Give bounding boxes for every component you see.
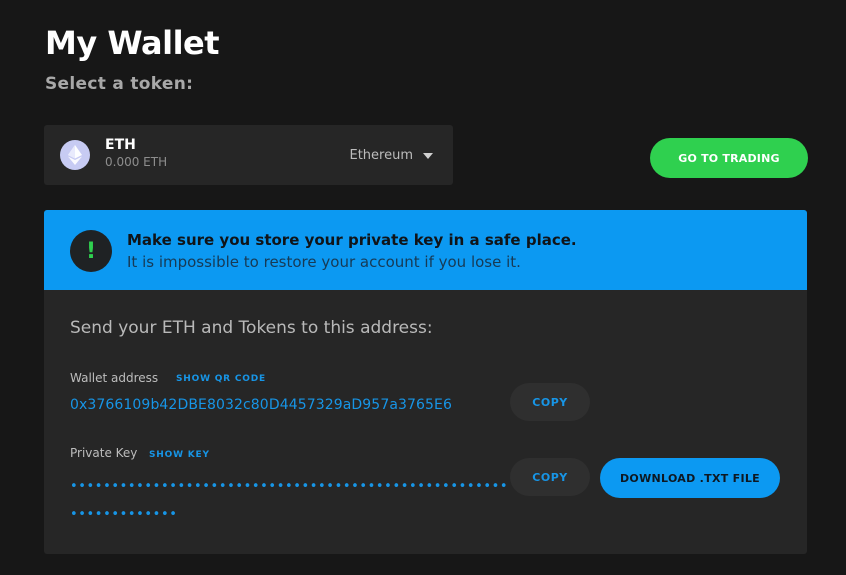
go-to-trading-button[interactable]: GO TO TRADING — [650, 138, 808, 178]
private-key-masked-value: ••••••••••••••••••••••••••••••••••••••••… — [70, 479, 509, 522]
page-title: My Wallet — [45, 24, 220, 62]
wallet-page: My Wallet Select a token: ETH 0.000 ETH … — [0, 0, 846, 575]
copy-private-key-button[interactable]: COPY — [510, 458, 590, 496]
download-txt-file-button[interactable]: DOWNLOAD .TXT FILE — [600, 458, 780, 498]
wallet-address-value: 0x3766109b42DBE8032c80D4457329aD957a3765… — [70, 397, 452, 413]
alert-text: It is impossible to restore your account… — [127, 253, 521, 271]
wallet-panel: ! Make sure you store your private key i… — [44, 210, 807, 554]
alert-title: Make sure you store your private key in … — [127, 231, 577, 249]
ethereum-icon — [60, 140, 90, 170]
show-key-link[interactable]: SHOW KEY — [149, 450, 210, 460]
token-symbol: ETH — [105, 137, 136, 153]
send-address-heading: Send your ETH and Tokens to this address… — [70, 318, 433, 338]
show-qr-code-link[interactable]: SHOW QR CODE — [176, 374, 266, 384]
page-subtitle: Select a token: — [45, 74, 194, 94]
exclamation-icon: ! — [70, 230, 112, 272]
chevron-down-icon — [423, 153, 433, 159]
token-balance: 0.000 ETH — [105, 155, 168, 169]
copy-address-button[interactable]: COPY — [510, 383, 590, 421]
wallet-address-label: Wallet address — [70, 371, 159, 385]
token-selector-dropdown[interactable]: ETH 0.000 ETH Ethereum — [44, 125, 453, 185]
private-key-label: Private Key — [70, 446, 138, 460]
private-key-warning-alert: ! Make sure you store your private key i… — [44, 210, 807, 290]
token-network: Ethereum — [349, 148, 413, 163]
